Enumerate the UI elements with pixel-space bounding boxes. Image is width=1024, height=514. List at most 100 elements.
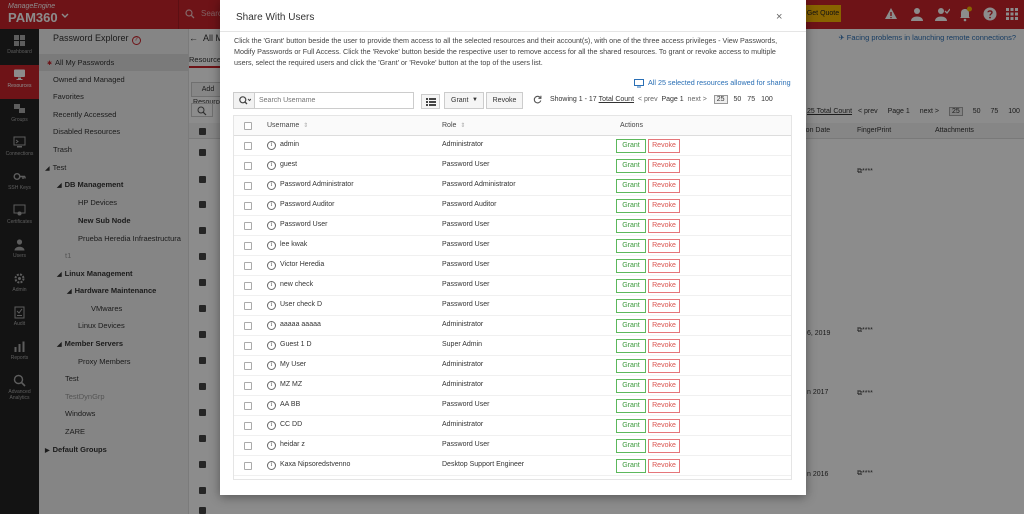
info-icon[interactable]: i — [267, 361, 276, 370]
caret-down-icon: ▼ — [472, 97, 478, 103]
revoke-button[interactable]: Revoke — [648, 439, 680, 453]
revoke-button[interactable]: Revoke — [648, 459, 680, 473]
grant-button[interactable]: Grant — [616, 379, 646, 393]
info-icon[interactable]: i — [267, 381, 276, 390]
info-icon[interactable]: i — [267, 401, 276, 410]
user-checkbox[interactable] — [244, 142, 252, 150]
revoke-button[interactable]: Revoke — [648, 359, 680, 373]
info-icon[interactable]: i — [267, 281, 276, 290]
grant-button[interactable]: Grant — [616, 159, 646, 173]
grant-button[interactable]: Grant — [616, 419, 646, 433]
revoke-button[interactable]: Revoke — [648, 339, 680, 353]
user-checkbox[interactable] — [244, 262, 252, 270]
page-indicator: Page 1 — [661, 96, 684, 103]
role-cell: Password Auditor — [442, 201, 497, 208]
grant-button[interactable]: Grant — [616, 399, 646, 413]
allowed-resources-link[interactable]: All 25 selected resources allowed for sh… — [634, 78, 791, 88]
info-icon[interactable]: i — [267, 221, 276, 230]
revoke-button[interactable]: Revoke — [648, 199, 680, 213]
user-row: i Password User Password User Grant Revoke — [234, 216, 791, 236]
grant-button[interactable]: Grant — [616, 299, 646, 313]
user-checkbox[interactable] — [244, 382, 252, 390]
list-view-button[interactable] — [421, 94, 440, 109]
revoke-button[interactable]: Revoke — [648, 259, 680, 273]
role-cell: Password User — [442, 161, 490, 168]
info-icon[interactable]: i — [267, 421, 276, 430]
grant-button[interactable]: Grant — [616, 279, 646, 293]
search-username-input[interactable] — [259, 95, 409, 106]
page-size-75[interactable]: 75 — [747, 96, 755, 103]
grant-button[interactable]: Grant — [616, 359, 646, 373]
user-checkbox[interactable] — [244, 182, 252, 190]
page-size-25[interactable]: 25 — [713, 95, 728, 104]
revoke-button[interactable]: Revoke — [648, 159, 680, 173]
grant-button[interactable]: Grant — [616, 259, 646, 273]
grant-button[interactable]: Grant — [616, 439, 646, 453]
showing-range: Showing 1 - 17 — [549, 96, 597, 103]
info-icon[interactable]: i — [267, 201, 276, 210]
user-checkbox[interactable] — [244, 302, 252, 310]
user-checkbox[interactable] — [244, 162, 252, 170]
info-icon[interactable]: i — [267, 301, 276, 310]
user-checkbox[interactable] — [244, 282, 252, 290]
grant-button[interactable]: Grant — [616, 459, 646, 473]
total-count-link[interactable]: Total Count — [599, 96, 634, 103]
close-icon[interactable]: × — [776, 11, 782, 23]
user-checkbox[interactable] — [244, 322, 252, 330]
grant-button[interactable]: Grant — [616, 139, 646, 153]
user-checkbox[interactable] — [244, 422, 252, 430]
user-row: i admin Administrator Grant Revoke — [234, 136, 791, 156]
revoke-button[interactable]: Revoke — [648, 319, 680, 333]
grant-button[interactable]: Grant — [616, 319, 646, 333]
next-page-link[interactable]: next > — [688, 96, 707, 103]
grant-button[interactable]: Grant — [616, 179, 646, 193]
revoke-button[interactable]: Revoke — [648, 179, 680, 193]
col-role[interactable]: Role ⇕ — [442, 122, 465, 129]
revoke-button[interactable]: Revoke — [648, 419, 680, 433]
grant-button[interactable]: Grant — [616, 199, 646, 213]
bulk-revoke-button[interactable]: Revoke — [486, 92, 523, 109]
list-icon — [426, 98, 436, 106]
revoke-button[interactable]: Revoke — [648, 219, 680, 233]
user-checkbox[interactable] — [244, 242, 252, 250]
info-icon[interactable]: i — [267, 181, 276, 190]
user-checkbox[interactable] — [244, 362, 252, 370]
prev-page-link[interactable]: < prev — [638, 96, 658, 103]
revoke-button[interactable]: Revoke — [648, 139, 680, 153]
user-checkbox[interactable] — [244, 202, 252, 210]
user-checkbox[interactable] — [244, 342, 252, 350]
revoke-button[interactable]: Revoke — [648, 239, 680, 253]
grant-button[interactable]: Grant — [616, 239, 646, 253]
info-icon[interactable]: i — [267, 241, 276, 250]
info-icon[interactable]: i — [267, 461, 276, 470]
page-size-50[interactable]: 50 — [734, 96, 742, 103]
user-checkbox[interactable] — [244, 442, 252, 450]
info-icon[interactable]: i — [267, 321, 276, 330]
revoke-button[interactable]: Revoke — [648, 379, 680, 393]
grant-button[interactable]: Grant — [616, 219, 646, 233]
info-icon[interactable]: i — [267, 441, 276, 450]
grant-dropdown-label: Grant — [451, 97, 469, 104]
info-icon[interactable]: i — [267, 341, 276, 350]
share-with-users-dialog: Share With Users × Click the 'Grant' but… — [220, 0, 806, 495]
info-icon[interactable]: i — [267, 141, 276, 150]
col-username[interactable]: Username ⇕ — [267, 122, 308, 129]
user-checkbox[interactable] — [244, 222, 252, 230]
grant-dropdown-button[interactable]: Grant ▼ — [444, 92, 484, 109]
username-cell: new check — [280, 281, 314, 288]
user-row: i Victor Heredia Password User Grant Revoke — [234, 256, 791, 276]
refresh-icon[interactable] — [533, 95, 542, 104]
search-filter-button[interactable] — [234, 93, 255, 108]
grant-button[interactable]: Grant — [616, 339, 646, 353]
info-icon[interactable]: i — [267, 261, 276, 270]
user-checkbox[interactable] — [244, 402, 252, 410]
user-checkbox[interactable] — [244, 462, 252, 470]
info-icon[interactable]: i — [267, 161, 276, 170]
username-cell: guest — [280, 161, 298, 168]
revoke-button[interactable]: Revoke — [648, 279, 680, 293]
select-all-users-checkbox[interactable] — [244, 122, 252, 130]
revoke-button[interactable]: Revoke — [648, 399, 680, 413]
user-row: i Password Auditor Password Auditor Grant Re… — [234, 196, 791, 216]
page-size-100[interactable]: 100 — [761, 96, 773, 103]
revoke-button[interactable]: Revoke — [648, 299, 680, 313]
